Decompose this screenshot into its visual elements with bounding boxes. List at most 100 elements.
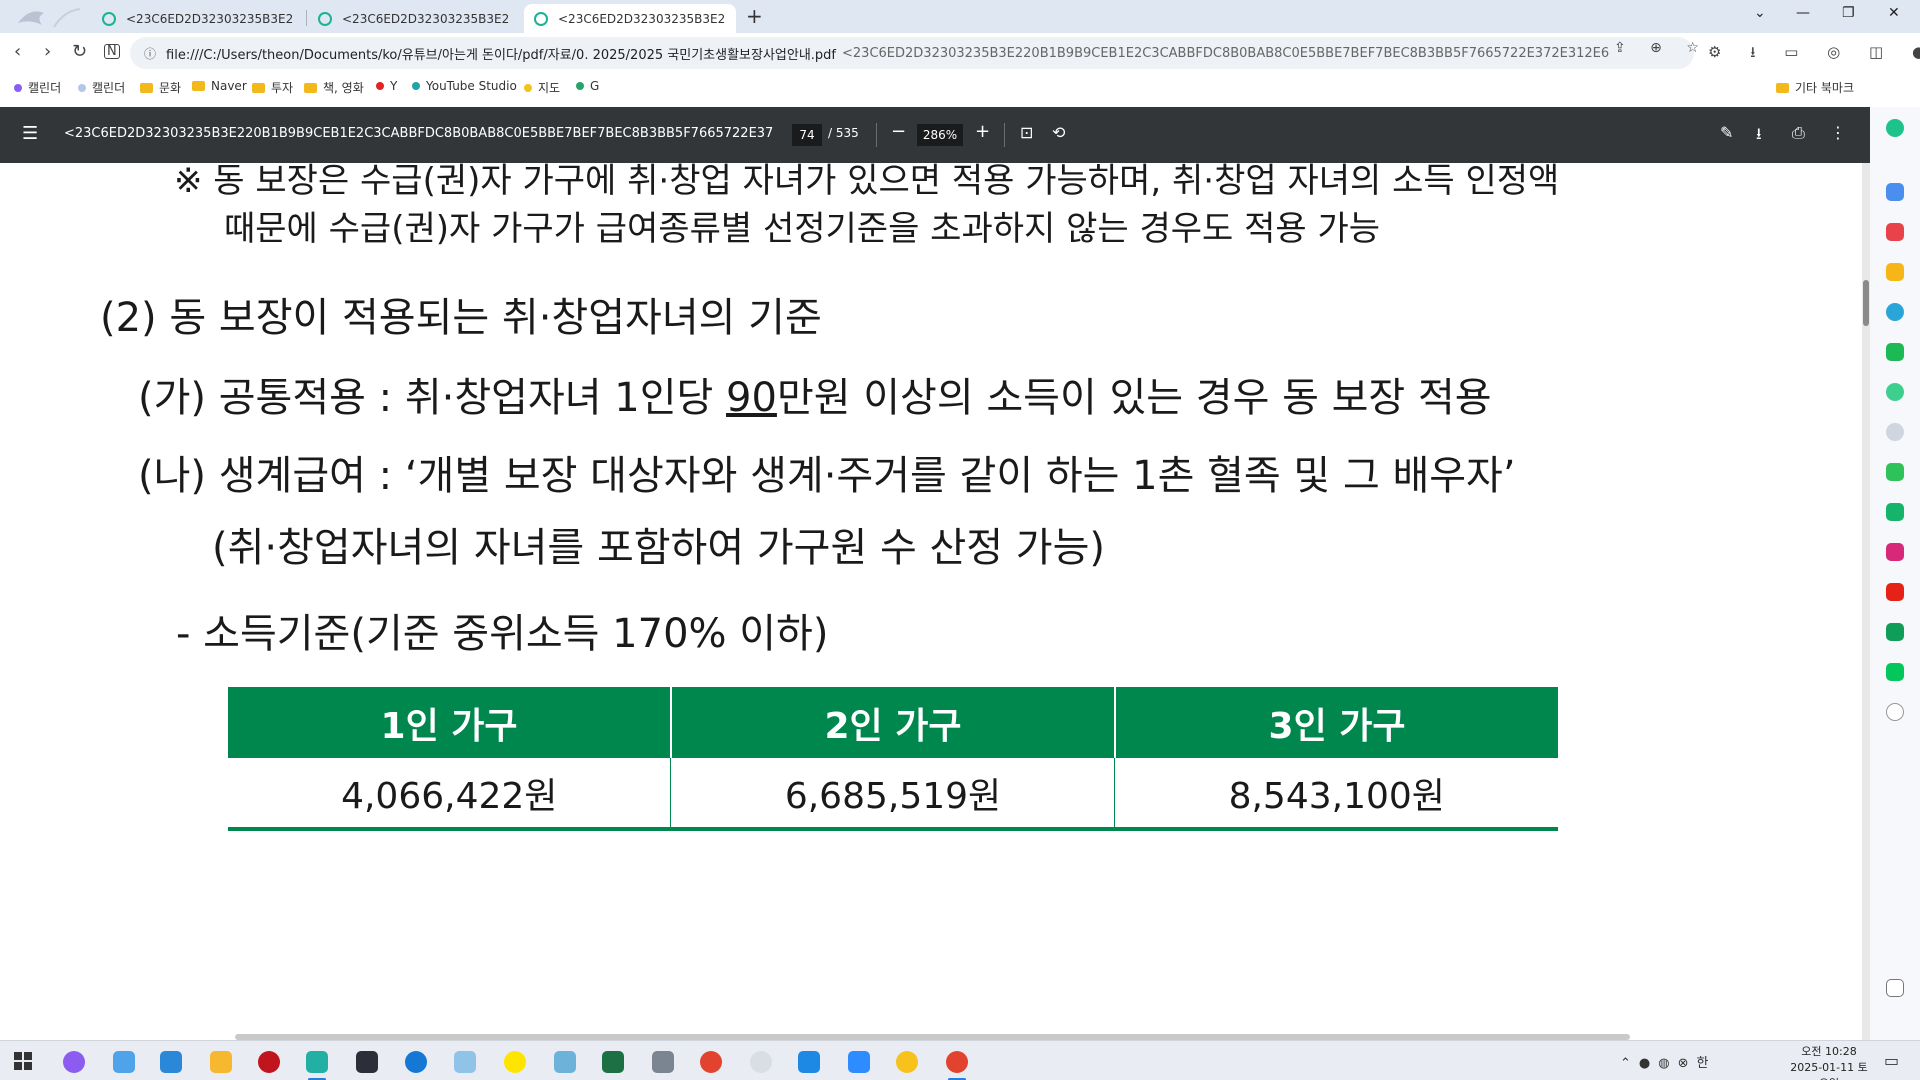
tab-label: <23C6ED2D32303235B3E220B1B9B9CEB1E2C3CAB… [126,11,294,26]
folder-icon [140,82,153,93]
bookmark-folder-invest[interactable]: 투자 [252,79,293,96]
reload-button[interactable]: ↻ [72,41,87,62]
bookmark-map[interactable]: 지도 [524,79,560,96]
site-info-icon[interactable]: ⓘ [144,45,156,62]
chrome-icon[interactable] [946,1051,968,1073]
pdf-page: ※ 동 보장은 수급(권)자 가구에 취·창업 자녀가 있으면 적용 가능하며,… [0,163,1862,1036]
open-external-icon[interactable] [1886,979,1904,997]
bookmark-y[interactable]: Y [376,79,397,93]
income-threshold-table: 1인 가구 2인 가구 3인 가구 4,066,422원 6,685,519원 … [228,687,1558,831]
maximize-button[interactable]: ❐ [1842,5,1855,21]
fit-page-icon[interactable]: ⊡ [1020,123,1033,142]
extension-icons[interactable]: ⚙ ⭳ ▭ ◎ ◫ ● ⋮ [1708,42,1920,67]
calculator-icon[interactable] [652,1051,674,1073]
app-icon[interactable] [554,1051,576,1073]
item-ga-amount: 90 [726,375,777,421]
play-icon[interactable] [1886,503,1904,521]
app-icon[interactable] [798,1051,820,1073]
browser-tab-2[interactable]: <23C6ED2D32303235B3E220B1B9B9CEB1E2C3CAB… [308,4,520,33]
browser-toolbar: ‹ › ↻ N ⓘ file:///C:/Users/theon/Documen… [0,33,1920,73]
download-icon[interactable]: ⭳ [1756,123,1762,150]
bookmark-youtube-studio[interactable]: YouTube Studio [412,79,517,93]
media-player-icon[interactable] [896,1051,918,1073]
kakaotalk-icon[interactable] [504,1051,526,1073]
add-icon[interactable] [1886,703,1904,721]
app-icon[interactable] [1886,463,1904,481]
file-explorer-icon[interactable] [210,1051,232,1073]
vertical-scrollbar-thumb[interactable] [1863,280,1869,326]
app-icon[interactable] [1886,223,1904,241]
home-button[interactable]: N [104,44,120,59]
profile-logo-icon [18,8,81,28]
more-options-icon[interactable]: ⋮ [1830,123,1846,142]
bookmark-g[interactable]: G [576,79,599,93]
browser-tab-1[interactable]: <23C6ED2D32303235B3E220B1B9B9CEB1E2C3CAB… [92,4,304,33]
copilot-icon[interactable] [1886,119,1904,137]
bookmark-dot-icon [376,82,384,90]
app-icon[interactable] [113,1051,135,1073]
ime-indicator[interactable]: 한 [1697,1056,1717,1071]
zoom-app-icon[interactable] [848,1051,870,1073]
app-icon[interactable] [1886,383,1904,401]
app-icon[interactable] [1886,183,1904,201]
app-icon[interactable] [1886,263,1904,281]
instagram-icon[interactable] [1886,543,1904,561]
print-icon[interactable]: ⎙ [1792,123,1805,143]
bookmark-dot-icon [412,82,420,90]
tab-search-icon[interactable]: ⌄ [1754,5,1766,21]
windows-start-icon[interactable] [14,1052,32,1070]
zoom-out-button[interactable]: − [891,121,906,142]
app-icon[interactable] [1886,343,1904,361]
table-header-cell: 3인 가구 [1114,687,1558,758]
edge-app-icon[interactable] [405,1051,427,1073]
edge-icon[interactable] [1886,303,1904,321]
address-bar[interactable]: ⓘ file:///C:/Users/theon/Documents/ko/유튜… [130,37,1694,69]
system-tray[interactable]: ⌃●◍⊗한 [1620,1052,1716,1071]
forward-button[interactable]: › [44,41,51,62]
app-icon[interactable] [454,1051,476,1073]
minimize-button[interactable]: — [1796,5,1810,21]
zoom-in-button[interactable]: + [975,121,990,142]
bookmark-label: G [590,79,600,93]
app-icon[interactable] [1886,623,1904,641]
new-tab-button[interactable]: + [746,4,763,28]
taskbar-clock[interactable]: 오전 10:28 2025-01-11 토요일 [1786,1044,1872,1080]
close-window-button[interactable]: ✕ [1888,5,1900,21]
browser-tab-3-active[interactable]: <23C6ED2D32303235B3E220B1B9B9CEB1E2C3CAB… [524,4,736,33]
bookmark-label: 문화 [159,81,182,95]
app-icon[interactable] [750,1051,772,1073]
bookmark-other-folder[interactable]: 기타 북마크 [1776,79,1854,96]
bookmark-folder-culture[interactable]: 문화 [140,79,181,96]
zoom-level-input[interactable]: 286% [917,124,963,146]
app-icon[interactable] [356,1051,378,1073]
youtube-icon[interactable] [1886,583,1904,601]
menu-icon[interactable]: ☰ [22,123,38,144]
microphone-icon[interactable]: ● [1639,1056,1658,1071]
back-button[interactable]: ‹ [14,41,21,62]
excel-icon[interactable] [602,1051,624,1073]
tab-favicon-icon [318,11,332,26]
chrome-icon[interactable] [700,1051,722,1073]
record-app-icon[interactable] [258,1051,280,1073]
app-icon[interactable] [160,1051,182,1073]
app-icon[interactable] [306,1051,328,1073]
bookmark-folder-books-movies[interactable]: 책, 영화 [304,79,364,96]
bookmark-calendar-1[interactable]: 캘린더 [14,79,61,96]
bookmark-dot-icon [524,83,532,92]
table-cell: 6,685,519원 [670,758,1116,831]
copilot-app-icon[interactable] [63,1051,85,1073]
app-icon[interactable] [1886,423,1904,441]
bookmark-calendar-2[interactable]: 캘린더 [78,79,125,96]
tray-app-icon[interactable]: ⊗ [1678,1056,1697,1071]
bookmark-folder-naver[interactable]: Naver [192,79,247,93]
table-cell: 8,543,100원 [1114,758,1558,831]
table-header-cell: 2인 가구 [670,687,1116,758]
bookmark-dot-icon [78,83,86,92]
app-icon[interactable] [1886,663,1904,681]
tray-overflow-icon[interactable]: ⌃ [1620,1056,1639,1071]
annotate-pen-icon[interactable]: ✎ [1720,123,1733,142]
page-number-input[interactable]: 74 [792,124,822,146]
rotate-icon[interactable]: ⟲ [1052,123,1065,142]
notification-icon[interactable]: ▭ [1884,1051,1899,1070]
network-icon[interactable]: ◍ [1658,1056,1677,1071]
